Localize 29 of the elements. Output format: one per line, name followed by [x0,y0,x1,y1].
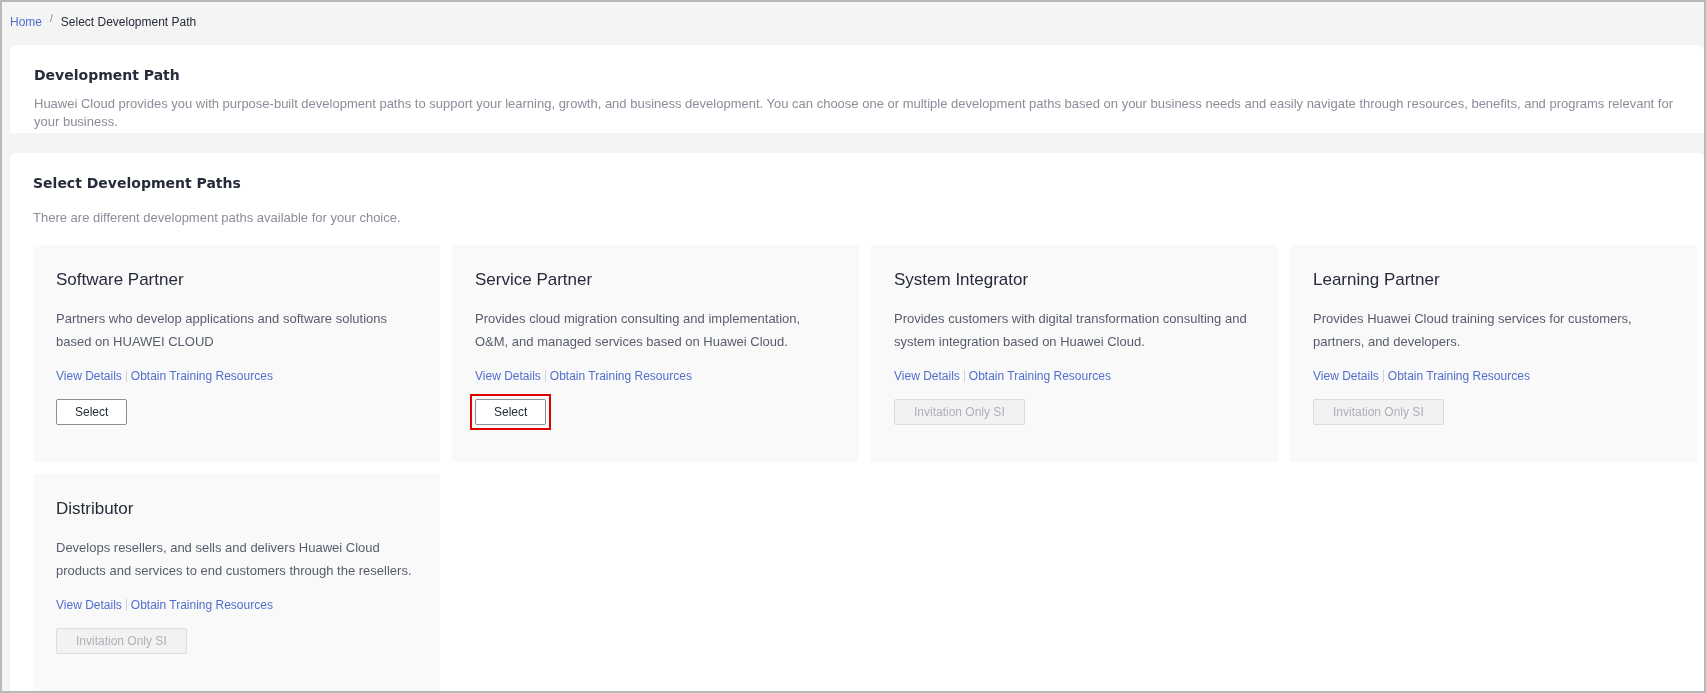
section-title: Select Development Paths [33,173,242,193]
training-resources-link[interactable]: Obtain Training Resources [130,595,273,614]
training-resources-link[interactable]: Obtain Training Resources [130,366,273,385]
path-title: Distributor [56,498,135,520]
view-details-link[interactable]: View Details [475,366,541,385]
breadcrumb-link[interactable]: Home [10,13,42,31]
intro-title: Development Path [34,65,181,85]
select-button[interactable]: Select [475,398,547,425]
view-details-link[interactable]: View Details [894,366,960,385]
path-description: Partners who develop applications and software solutions based on HUAWEI CLOUD [56,309,388,351]
view-details-link[interactable]: View Details [1313,366,1379,385]
path-description: Develops resellers, and sells and delivers Huawei Cloud products and services to end customers through the resellers. [56,538,413,580]
training-resources-link[interactable]: Obtain Training Resources [549,366,692,385]
intro-description: Huawei Cloud provides you with purpose-built development paths to support your learning, growth, and business development. You can choose one or multiple development paths based on your business needs and easily navigate through resources, benefits, and programs relevant for your business. [34,94,1674,131]
path-title: Software Partner [56,269,185,291]
path-description: Provides Huawei Cloud training services for customers, partners, and developers. [1313,309,1633,351]
path-description: Provides cloud migration consulting and implementation, O&M, and managed services based on Huawei Cloud. [475,309,802,351]
section-subtitle: There are different development paths available for your choice. [33,208,402,227]
path-title: Service Partner [475,269,594,291]
select-button[interactable]: Select [56,398,128,425]
path-description: Provides customers with digital transformation consulting and system integration based on Huawei Cloud. [894,309,1248,351]
training-resources-link[interactable]: Obtain Training Resources [1387,366,1530,385]
training-resources-link[interactable]: Obtain Training Resources [968,366,1111,385]
breadcrumb-current: Select Development Path [60,14,197,31]
path-title: Learning Partner [1313,269,1441,291]
breadcrumb-separator: / [50,12,53,26]
view-details-link[interactable]: View Details [56,366,122,385]
view-details-link[interactable]: View Details [56,595,122,614]
path-title: System Integrator [894,269,1030,291]
